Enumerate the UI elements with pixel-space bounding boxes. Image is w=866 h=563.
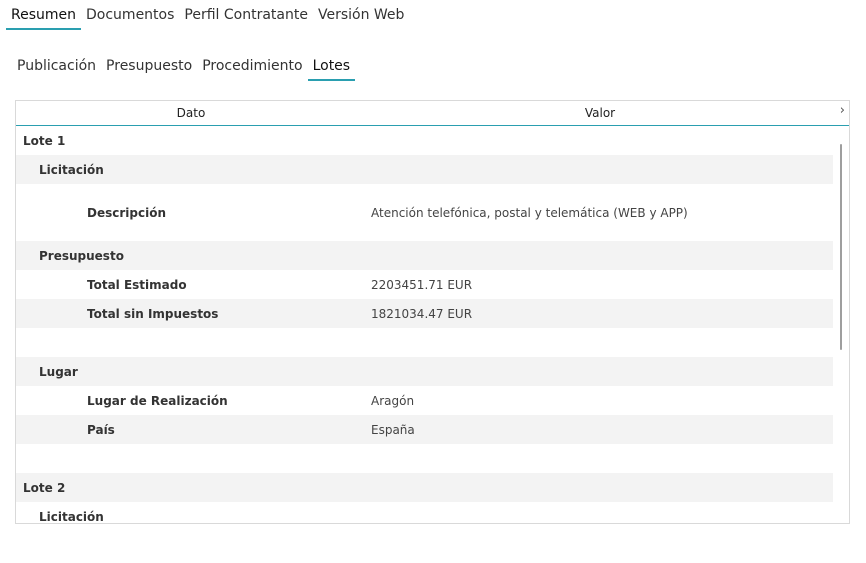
table-row[interactable]: Lugar de Realización Aragón <box>16 386 834 415</box>
table-row[interactable]: Lugar <box>16 357 834 386</box>
table-row[interactable] <box>16 328 834 357</box>
cell-dato: Licitación <box>39 510 104 524</box>
cell-valor: 2203451.71 EUR <box>371 278 473 292</box>
table-row[interactable]: Licitación <box>16 502 834 524</box>
tab-publicacion[interactable]: Publicación <box>12 54 101 81</box>
cell-dato: Descripción <box>87 206 166 220</box>
cell-dato: Lote 2 <box>23 481 66 495</box>
cell-valor: España <box>371 423 415 437</box>
cell-dato: Lugar <box>39 365 78 379</box>
table-row[interactable]: Presupuesto <box>16 241 834 270</box>
cell-valor: 1821034.47 EUR <box>371 307 473 321</box>
cell-valor: Atención telefónica, postal y telemática… <box>371 206 688 220</box>
tab-presupuesto[interactable]: Presupuesto <box>101 54 197 81</box>
cell-dato: Lugar de Realización <box>87 394 228 408</box>
cell-dato: Presupuesto <box>39 249 124 263</box>
table-row[interactable]: Descripción Atención telefónica, postal y… <box>16 184 834 241</box>
cell-dato: Lote 1 <box>23 134 66 148</box>
column-header-dato[interactable]: Dato <box>16 106 366 120</box>
table-row[interactable] <box>16 444 834 473</box>
lotes-grid: Dato Valor › Lote 1 Licitación Descripción… <box>15 100 850 524</box>
tab-procedimiento[interactable]: Procedimiento <box>197 54 307 81</box>
column-header-valor[interactable]: Valor <box>366 106 834 120</box>
tab-lotes[interactable]: Lotes <box>307 54 356 81</box>
tab-resumen[interactable]: Resumen <box>6 3 82 30</box>
vertical-scrollbar[interactable] <box>833 126 849 523</box>
cell-dato: Total Estimado <box>87 278 187 292</box>
main-tab-bar: Resumen Documentos Perfil Contratante Ve… <box>6 3 409 30</box>
chevron-right-icon[interactable]: › <box>840 103 845 118</box>
scrollbar-thumb[interactable] <box>840 144 842 350</box>
sub-tab-bar: Publicación Presupuesto Procedimiento Lo… <box>12 54 356 81</box>
table-row[interactable]: Lote 2 <box>16 473 834 502</box>
grid-header: Dato Valor › <box>16 101 849 126</box>
tab-perfil-contratante[interactable]: Perfil Contratante <box>179 3 313 30</box>
table-row[interactable]: País España <box>16 415 834 444</box>
grid-body: Lote 1 Licitación Descripción Atención tele… <box>16 126 834 524</box>
cell-dato: Licitación <box>39 163 104 177</box>
cell-valor: Aragón <box>371 394 415 408</box>
table-row[interactable]: Licitación <box>16 155 834 184</box>
cell-dato: Total sin Impuestos <box>87 307 219 321</box>
tab-documentos[interactable]: Documentos <box>81 3 179 30</box>
table-row[interactable]: Lote 1 <box>16 126 834 155</box>
tab-version-web[interactable]: Versión Web <box>313 3 409 30</box>
table-row[interactable]: Total sin Impuestos 1821034.47 EUR <box>16 299 834 328</box>
cell-dato: País <box>87 423 115 437</box>
table-row[interactable]: Total Estimado 2203451.71 EUR <box>16 270 834 299</box>
